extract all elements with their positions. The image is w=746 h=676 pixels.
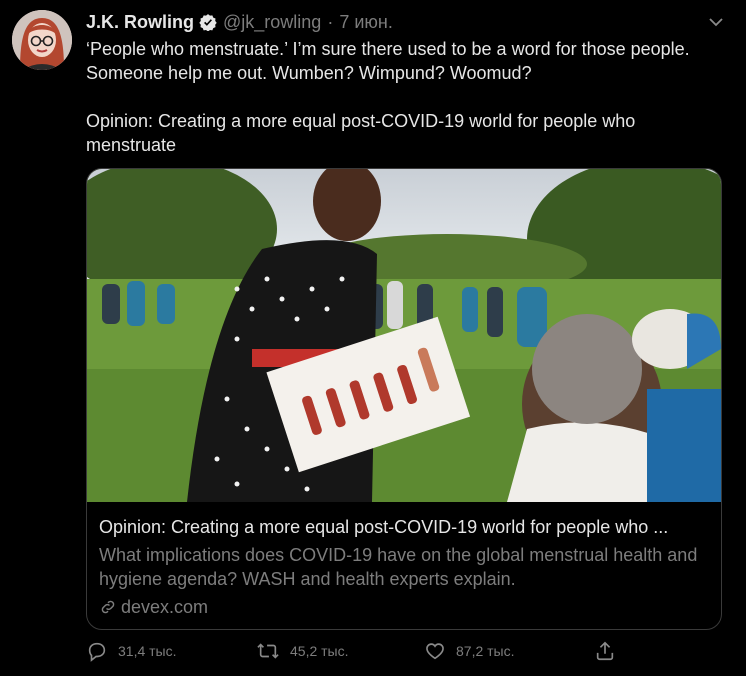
separator: · (327, 11, 334, 32)
card-description: What implications does COVID-19 have on … (99, 545, 698, 589)
tweet-header: J.K. Rowling @jk_rowling · 7 июн. (86, 10, 726, 34)
heart-icon (426, 643, 444, 660)
like-button[interactable]: 87,2 тыс. (424, 640, 515, 662)
card-body: Opinion: Creating a more equal post-COVI… (99, 515, 709, 619)
chevron-down-icon[interactable] (706, 12, 726, 32)
retweet-icon (257, 643, 279, 659)
author-name[interactable]: J.K. Rowling (86, 12, 194, 33)
verified-badge-icon (199, 13, 217, 31)
tweet-actions: 31,4 тыс. 45,2 тыс. 87,2 тыс. (86, 640, 626, 670)
like-count: 87,2 тыс. (456, 643, 515, 659)
retweet-count: 45,2 тыс. (290, 643, 349, 659)
author-handle[interactable]: @jk_rowling (223, 12, 321, 33)
link-card[interactable]: Opinion: Creating a more equal post-COVI… (86, 168, 722, 630)
card-domain: devex.com (99, 595, 709, 619)
card-title: Opinion: Creating a more equal post-COVI… (99, 517, 669, 537)
reply-count: 31,4 тыс. (118, 643, 177, 659)
card-domain-text: devex.com (121, 597, 209, 617)
reply-button[interactable]: 31,4 тыс. (86, 640, 177, 662)
link-icon (101, 600, 115, 614)
author-avatar[interactable] (12, 10, 72, 70)
retweet-button[interactable]: 45,2 тыс. (256, 640, 349, 662)
tweet-date[interactable]: 7 июн. (339, 12, 393, 33)
reply-icon (88, 642, 106, 662)
tweet-text: ‘People who menstruate.’ I’m sure there … (86, 39, 690, 155)
card-image (87, 169, 721, 502)
share-button[interactable] (594, 640, 626, 662)
share-icon (596, 641, 614, 661)
